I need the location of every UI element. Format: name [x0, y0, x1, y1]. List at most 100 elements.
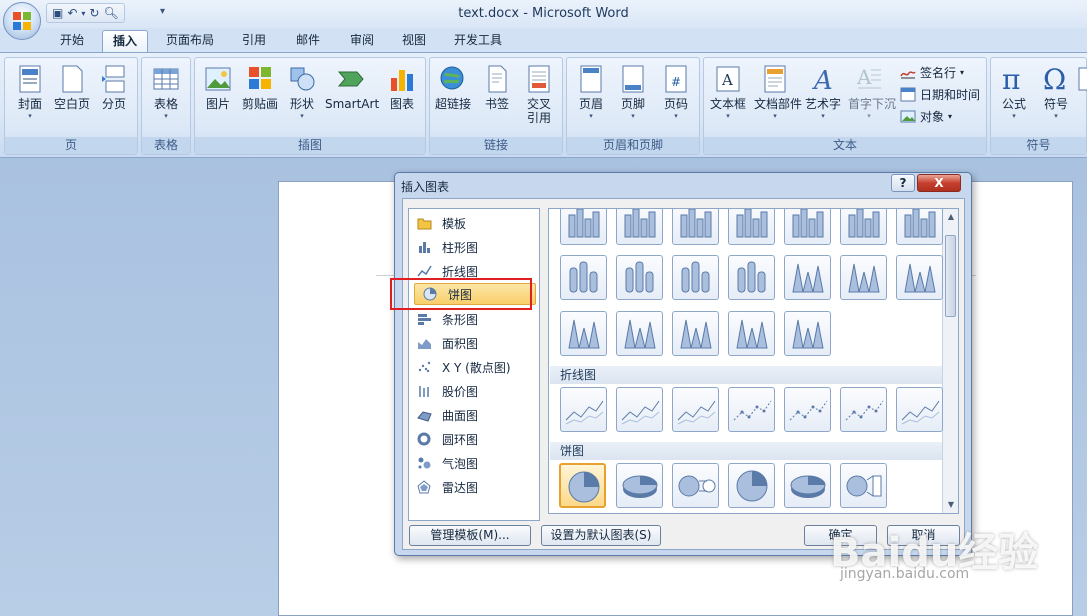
equation-button[interactable]: π 公式 ▾	[993, 62, 1035, 136]
chart-thumb-column[interactable]	[840, 255, 887, 300]
chart-thumb-column[interactable]	[728, 209, 775, 245]
chart-thumb-pyramid[interactable]	[672, 311, 719, 356]
type-item-column[interactable]: 柱形图	[409, 236, 539, 258]
date-time-button[interactable]: 日期和时间	[900, 84, 980, 104]
type-item-area[interactable]: 面积图	[409, 332, 539, 354]
folder-icon	[417, 216, 432, 230]
scroll-thumb[interactable]	[945, 235, 956, 317]
tab-home[interactable]: 开始	[50, 30, 94, 52]
svg-text:#: #	[671, 75, 681, 89]
scroll-down-icon[interactable]: ▼	[943, 497, 958, 513]
chart-thumb-pyramid[interactable]	[560, 311, 607, 356]
tab-view[interactable]: 视图	[392, 30, 436, 52]
chart-thumb-pie[interactable]	[784, 463, 831, 508]
tab-insert[interactable]: 插入	[102, 30, 148, 52]
chart-thumb-pie[interactable]	[672, 463, 719, 508]
chart-thumb-pyramid[interactable]	[616, 311, 663, 356]
chart-thumb-pie[interactable]	[616, 463, 663, 508]
drop-cap-icon: A	[855, 64, 883, 94]
drop-cap-button[interactable]: A 首字下沉 ▾	[848, 62, 896, 136]
tab-page-layout[interactable]: 页面布局	[158, 30, 222, 52]
picture-button[interactable]: 图片	[197, 62, 239, 136]
wordart-icon: A	[809, 64, 837, 96]
chart-button[interactable]: 图表	[381, 62, 423, 136]
tab-review[interactable]: 审阅	[340, 30, 384, 52]
quick-parts-button[interactable]: 文档部件 ▾	[754, 62, 802, 136]
bookmark-button[interactable]: 书签	[476, 62, 518, 136]
type-item-surface[interactable]: 曲面图	[409, 404, 539, 426]
chart-thumb-column[interactable]	[728, 255, 775, 300]
chart-thumb-column[interactable]	[672, 255, 719, 300]
numbering-button[interactable]	[1077, 62, 1087, 136]
cross-reference-button[interactable]: 交叉 引用	[518, 62, 560, 136]
tab-developer[interactable]: 开发工具	[446, 30, 510, 52]
gallery-scrollbar[interactable]: ▲ ▼	[942, 209, 958, 513]
tab-mailings[interactable]: 邮件	[286, 30, 330, 52]
gallery-section-pie: 饼图	[550, 442, 942, 460]
tab-references[interactable]: 引用	[232, 30, 276, 52]
chart-thumb-line[interactable]	[672, 387, 719, 432]
chart-thumb-pie[interactable]	[728, 463, 775, 508]
chart-thumb-pie[interactable]	[559, 463, 606, 508]
smartart-button[interactable]: SmartArt	[325, 62, 379, 136]
office-button[interactable]	[3, 2, 41, 40]
chart-thumb-line[interactable]	[728, 387, 775, 432]
group-symbols: π 公式 ▾ Ω 符号 ▾ 符号	[990, 57, 1087, 155]
chart-thumb-column[interactable]	[616, 209, 663, 245]
radar-chart-icon	[417, 480, 432, 494]
chart-thumb-column[interactable]	[840, 209, 887, 245]
chart-thumb-line[interactable]	[896, 387, 943, 432]
page-break-button[interactable]: 分页	[93, 62, 135, 136]
signature-icon	[900, 64, 916, 80]
type-item-scatter[interactable]: X Y (散点图)	[409, 356, 539, 378]
chart-thumb-column[interactable]	[616, 255, 663, 300]
header-button[interactable]: 页眉 ▾	[570, 62, 612, 136]
close-button[interactable]: X	[917, 174, 961, 192]
chart-thumb-pyramid[interactable]	[728, 311, 775, 356]
chart-thumb-line[interactable]	[616, 387, 663, 432]
scatter-chart-icon	[417, 360, 432, 374]
signature-line-button[interactable]: 签名行 ▾	[900, 62, 964, 82]
footer-button[interactable]: 页脚 ▾	[612, 62, 654, 136]
calendar-icon	[900, 86, 916, 102]
chart-thumb-column[interactable]	[672, 209, 719, 245]
cover-page-button[interactable]: 封面 ▾	[9, 62, 51, 136]
chart-thumb-column[interactable]	[784, 255, 831, 300]
symbol-button[interactable]: Ω 符号 ▾	[1035, 62, 1077, 136]
type-item-templates[interactable]: 模板	[409, 212, 539, 234]
chart-thumb-pyramid[interactable]	[784, 311, 831, 356]
chart-thumb-line[interactable]	[784, 387, 831, 432]
type-item-doughnut[interactable]: 圆环图	[409, 428, 539, 450]
blank-page-button[interactable]: 空白页	[51, 62, 93, 136]
chart-thumb-column[interactable]	[560, 209, 607, 245]
type-item-stock[interactable]: 股价图	[409, 380, 539, 402]
chart-thumb-column[interactable]	[784, 209, 831, 245]
table-button[interactable]: 表格 ▾	[145, 62, 187, 136]
office-logo-icon	[13, 12, 31, 30]
hyperlink-button[interactable]: 超链接	[432, 62, 474, 136]
shapes-button[interactable]: 形状 ▾	[281, 62, 323, 136]
chart-thumb-pie[interactable]	[840, 463, 887, 508]
clip-art-button[interactable]: 剪贴画	[239, 62, 281, 136]
chart-thumb-column[interactable]	[896, 255, 943, 300]
chart-thumb-column[interactable]	[560, 255, 607, 300]
text-box-button[interactable]: A 文本框 ▾	[707, 62, 749, 136]
scroll-up-icon[interactable]: ▲	[943, 209, 958, 225]
type-item-bubble[interactable]: 气泡图	[409, 452, 539, 474]
page-number-button[interactable]: # 页码 ▾	[655, 62, 697, 136]
smartart-icon	[337, 64, 365, 94]
manage-templates-button[interactable]: 管理模板(M)...	[409, 525, 531, 546]
chart-thumb-line[interactable]	[560, 387, 607, 432]
omega-icon: Ω	[1042, 63, 1070, 96]
chart-thumb-column[interactable]	[896, 209, 943, 245]
help-button[interactable]: ?	[891, 174, 915, 192]
type-item-bar[interactable]: 条形图	[409, 308, 539, 330]
type-item-radar[interactable]: 雷达图	[409, 476, 539, 498]
wordart-button[interactable]: A 艺术字 ▾	[802, 62, 844, 136]
group-page: 封面 ▾ 空白页 分页 页	[4, 57, 138, 155]
highlight-box	[390, 278, 532, 310]
object-icon	[900, 108, 916, 124]
chart-thumb-line[interactable]	[840, 387, 887, 432]
object-button[interactable]: 对象 ▾	[900, 106, 952, 126]
set-default-chart-button[interactable]: 设置为默认图表(S)	[541, 525, 661, 546]
